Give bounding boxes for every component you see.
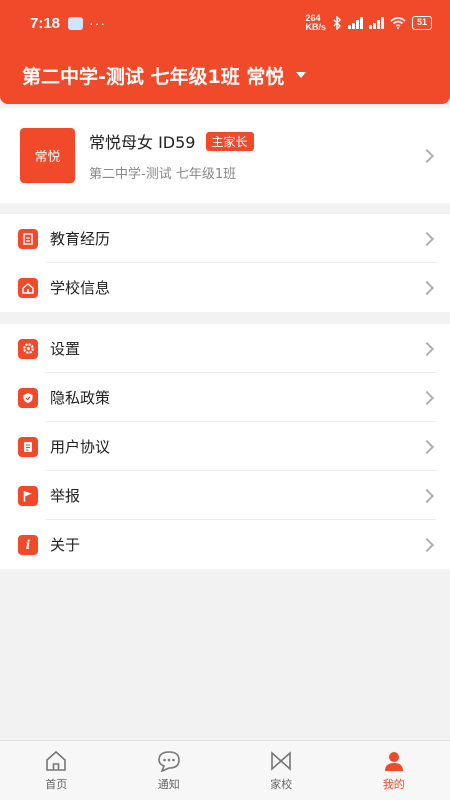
class-selector[interactable]: 第二中学-测试 七年级1班 常悦 — [0, 46, 450, 104]
tab-home-school[interactable]: 家校 — [225, 741, 338, 800]
cell-signal-icon — [347, 17, 363, 29]
menu-item-privacy[interactable]: 隐私政策 — [0, 373, 450, 422]
menu-item-about[interactable]: i 关于 — [0, 520, 450, 569]
avatar: 常悦 — [20, 128, 75, 183]
tab-label: 我的 — [382, 777, 405, 791]
cell-signal-2-icon — [368, 17, 384, 29]
home-school-icon — [271, 750, 292, 771]
chevron-right-icon — [419, 148, 435, 163]
profile-name: 常悦母女 ID59 — [89, 133, 196, 152]
gear-icon — [18, 338, 38, 359]
school-icon — [18, 277, 38, 298]
chevron-right-icon — [419, 537, 435, 552]
menu-item-settings[interactable]: 设置 — [0, 324, 450, 373]
profile-card[interactable]: 常悦 常悦母女 ID59 主家长 第二中学-测试 七年级1班 — [0, 108, 450, 203]
status-bar: 7:18 ··· 264 KB/s 51 — [0, 0, 450, 46]
page-title: 第二中学-测试 七年级1班 常悦 — [22, 65, 285, 88]
flag-icon — [18, 485, 38, 506]
shield-icon — [18, 387, 38, 408]
chevron-right-icon — [419, 231, 435, 246]
battery-level: 51 — [411, 16, 432, 30]
menu-group-profile: 教育经历 学校信息 — [0, 214, 450, 312]
menu-item-school-info[interactable]: 学校信息 — [0, 263, 450, 312]
menu-label: 教育经历 — [50, 230, 111, 248]
tab-home[interactable]: 首页 — [0, 741, 113, 800]
menu-item-education[interactable]: 教育经历 — [0, 214, 450, 263]
education-icon — [18, 228, 38, 249]
clock: 7:18 — [30, 14, 61, 32]
wifi-icon — [390, 17, 406, 29]
menu-label: 学校信息 — [50, 279, 111, 297]
tab-label: 通知 — [157, 777, 180, 791]
network-speed-unit: KB/s — [305, 22, 326, 32]
chevron-down-icon — [296, 72, 307, 78]
role-badge: 主家长 — [205, 131, 254, 151]
chevron-right-icon — [419, 280, 435, 295]
person-icon — [384, 751, 403, 771]
menu-item-report[interactable]: 举报 — [0, 471, 450, 520]
document-icon — [18, 436, 38, 457]
notification-app-icon — [68, 16, 84, 30]
bluetooth-icon — [333, 16, 341, 30]
menu-item-user-agreement[interactable]: 用户协议 — [0, 422, 450, 471]
menu-label: 举报 — [50, 487, 81, 505]
tab-notifications[interactable]: 通知 — [113, 741, 226, 800]
tab-mine[interactable]: 我的 — [338, 741, 450, 800]
tab-label: 首页 — [45, 777, 68, 791]
chevron-right-icon — [419, 439, 435, 454]
chevron-right-icon — [419, 341, 435, 356]
menu-label: 用户协议 — [50, 438, 111, 456]
chevron-right-icon — [419, 488, 435, 503]
home-icon — [46, 750, 67, 771]
bottom-tab-bar: 首页 通知 家校 我的 — [0, 740, 450, 800]
message-icon — [157, 750, 180, 772]
info-icon: i — [18, 534, 38, 555]
chevron-right-icon — [419, 390, 435, 405]
menu-label: 隐私政策 — [50, 389, 111, 407]
network-speed: 264 KB/s — [305, 14, 326, 32]
menu-label: 设置 — [50, 340, 81, 358]
menu-group-settings: 设置 隐私政策 用户协议 举报 i 关于 — [0, 324, 450, 569]
menu-label: 关于 — [50, 536, 81, 554]
profile-school: 第二中学-测试 七年级1班 — [89, 167, 237, 182]
more-notifications-icon: ··· — [89, 15, 107, 31]
tab-label: 家校 — [270, 777, 293, 791]
